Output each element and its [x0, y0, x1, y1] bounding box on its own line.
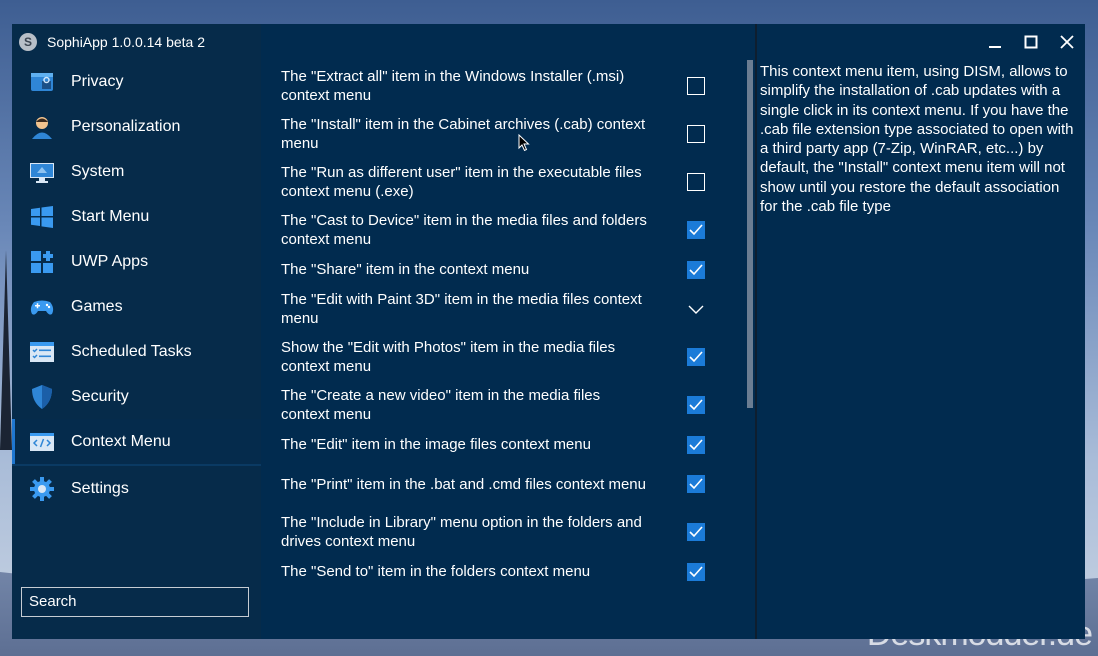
option-row: The "Run as different user" item in the … [261, 158, 741, 206]
sidebar-item-label: Personalization [71, 117, 181, 135]
shield-icon [29, 384, 55, 410]
checkmark-icon [689, 478, 703, 490]
apps-icon [29, 249, 55, 275]
option-row: The "Edit" item in the image files conte… [261, 429, 741, 460]
option-row: The "Extract all" item in the Windows In… [261, 62, 741, 110]
option-label: The "Create a new video" item in the med… [281, 387, 601, 423]
main-panel: The "Extract all" item in the Windows In… [261, 24, 1085, 639]
option-row: The "Share" item in the context menu [261, 254, 741, 285]
checkmark-icon [689, 438, 703, 450]
checkmark-icon [689, 565, 703, 577]
app-title: SophiApp 1.0.0.14 beta 2 [47, 33, 206, 50]
gamepad-icon [29, 294, 55, 320]
option-label: The "Print" item in the .bat and .cmd fi… [281, 475, 646, 493]
mouse-cursor-icon [518, 134, 530, 152]
window-controls [977, 24, 1085, 59]
option-checkbox-checked[interactable] [687, 475, 705, 493]
title-bar: S SophiApp 1.0.0.14 beta 2 [12, 24, 261, 59]
sidebar-item-system[interactable]: System [12, 149, 261, 194]
option-row: The "Include in Library" menu option in … [261, 508, 741, 556]
option-row: The "Create a new video" item in the med… [261, 381, 741, 429]
desktop-tree [0, 250, 12, 450]
person-icon [29, 114, 55, 140]
close-button[interactable] [1049, 24, 1085, 59]
sidebar-item-label: Start Menu [71, 207, 150, 225]
option-checkbox-unchecked[interactable] [687, 173, 705, 191]
close-icon [1060, 34, 1074, 49]
option-checkbox-unchecked[interactable] [687, 77, 705, 95]
sidebar-item-label: Settings [71, 479, 129, 497]
option-checkbox-checked[interactable] [687, 523, 705, 541]
checkmark-icon [689, 263, 703, 275]
option-label: The "Share" item in the context menu [281, 261, 530, 278]
option-row: The "Install" item in the Cabinet archiv… [261, 110, 741, 158]
monitor-icon [29, 159, 55, 185]
minimize-icon [989, 45, 1001, 48]
sidebar-item-start-menu[interactable]: Start Menu [12, 194, 261, 239]
sidebar-item-label: Security [71, 387, 129, 405]
sidebar-item-personalization[interactable]: Personalization [12, 104, 261, 149]
option-checkbox-checked[interactable] [687, 435, 705, 454]
option-row: The "Edit with Paint 3D" item in the med… [261, 285, 741, 333]
sidebar-item-context-menu[interactable]: Context Menu [12, 419, 261, 466]
chevron-down-icon [688, 305, 704, 314]
sidebar-item-uwp-apps[interactable]: UWP Apps [12, 239, 261, 284]
sidebar-item-label: Games [71, 297, 123, 315]
option-label: The "Cast to Device" item in the media f… [281, 212, 647, 248]
checkmark-icon [689, 526, 703, 538]
sidebar: S SophiApp 1.0.0.14 beta 2 Privacy Person… [12, 24, 261, 639]
sidebar-item-label: Privacy [71, 72, 124, 90]
option-label: The "Send to" item in the folders contex… [281, 563, 591, 580]
option-checkbox-unchecked[interactable] [687, 125, 705, 143]
scrollbar[interactable] [747, 60, 753, 408]
option-label: The "Edit with Paint 3D" item in the med… [281, 291, 642, 327]
option-list: The "Extract all" item in the Windows In… [261, 62, 741, 587]
option-row: Show the "Edit with Photos" item in the … [261, 333, 741, 381]
sidebar-item-games[interactable]: Games [12, 284, 261, 329]
sidebar-item-privacy[interactable]: Privacy [12, 59, 261, 104]
option-label: The "Install" item in the Cabinet archiv… [281, 116, 646, 152]
maximize-button[interactable] [1013, 24, 1049, 59]
option-checkbox-checked[interactable] [687, 562, 705, 581]
option-label: The "Edit" item in the image files conte… [281, 436, 591, 453]
option-checkbox-checked[interactable] [687, 260, 705, 279]
sidebar-nav: Privacy Personalization System Start Menu UW… [12, 59, 261, 511]
maximize-icon [1024, 35, 1038, 48]
windows-icon [29, 204, 55, 230]
option-checkbox-checked[interactable] [687, 396, 705, 414]
sidebar-item-label: Context Menu [71, 432, 171, 450]
option-label: Show the "Edit with Photos" item in the … [281, 339, 616, 375]
minimize-button[interactable] [977, 24, 1013, 59]
option-row: The "Cast to Device" item in the media f… [261, 206, 741, 254]
app-window: S SophiApp 1.0.0.14 beta 2 Privacy Person… [12, 24, 1085, 639]
sidebar-item-label: Scheduled Tasks [71, 342, 192, 360]
option-label: The "Include in Library" menu option in … [281, 514, 642, 550]
gear-icon [29, 476, 55, 502]
sidebar-item-label: System [71, 162, 125, 180]
checkmark-icon [689, 399, 703, 411]
app-logo-icon: S [19, 32, 37, 51]
search-input[interactable]: Search [21, 587, 249, 617]
sidebar-item-scheduled-tasks[interactable]: Scheduled Tasks [12, 329, 261, 374]
option-label: The "Run as different user" item in the … [281, 164, 642, 200]
option-checkbox-checked[interactable] [687, 348, 705, 366]
description-text: This context menu item, using DISM, allo… [760, 63, 1074, 216]
option-row: The "Send to" item in the folders contex… [261, 556, 741, 587]
sidebar-item-security[interactable]: Security [12, 374, 261, 419]
code-icon [29, 429, 55, 455]
option-checkbox-checked[interactable] [687, 221, 705, 239]
sidebar-item-settings[interactable]: Settings [12, 466, 261, 511]
expand-chevron-button[interactable] [687, 300, 705, 318]
sidebar-item-label: UWP Apps [71, 252, 149, 270]
tasks-icon [29, 339, 55, 365]
option-label: The "Extract all" item in the Windows In… [281, 68, 625, 104]
privacy-icon [29, 69, 55, 95]
option-row: The "Print" item in the .bat and .cmd fi… [261, 460, 741, 508]
checkmark-icon [689, 224, 703, 236]
checkmark-icon [689, 351, 703, 363]
